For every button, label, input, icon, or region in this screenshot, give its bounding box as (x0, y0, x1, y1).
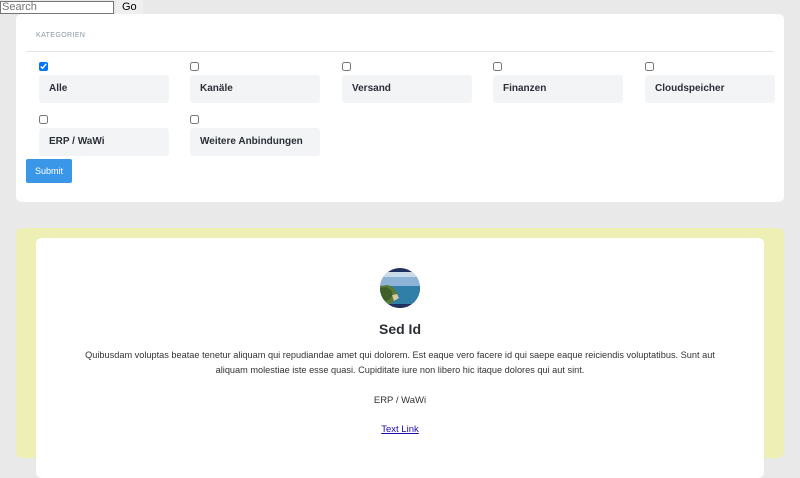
submit-button[interactable]: Submit (26, 159, 72, 183)
category-checkbox-alle[interactable] (39, 62, 48, 71)
category-checkbox-finanzen[interactable] (493, 62, 502, 71)
result-description: Quibusdam voluptas beatae tenetur aliqua… (85, 350, 715, 375)
divider (26, 51, 774, 52)
results-section: Sed Id Quibusdam voluptas beatae tenetur… (16, 228, 784, 478)
result-category: ERP / WaWi (373, 395, 427, 406)
category-option-erp-wawi[interactable]: ERP / WaWi (39, 115, 169, 160)
category-filter-card: KATEGORIEN Alle Kanäle Versand Finanzen … (16, 14, 784, 202)
category-checkbox-cloudspeicher[interactable] (645, 62, 654, 71)
category-label-finanzen[interactable]: Finanzen (493, 75, 623, 103)
category-option-weitere-anbindungen[interactable]: Weitere Anbindungen (190, 115, 320, 160)
result-card: Sed Id Quibusdam voluptas beatae tenetur… (36, 238, 764, 478)
category-label-versand[interactable]: Versand (342, 75, 472, 103)
category-option-finanzen[interactable]: Finanzen (493, 62, 623, 107)
category-option-cloudspeicher[interactable]: Cloudspeicher (645, 62, 775, 107)
search-bar: Go (0, 0, 143, 14)
category-label-alle[interactable]: Alle (39, 75, 169, 103)
category-checkbox-erp-wawi[interactable] (39, 115, 48, 124)
category-option-kanaele[interactable]: Kanäle (190, 62, 320, 107)
category-checkbox-kanaele[interactable] (190, 62, 199, 71)
search-input[interactable] (0, 0, 114, 14)
category-option-versand[interactable]: Versand (342, 62, 472, 107)
coastal-landscape-image-icon (380, 268, 420, 308)
category-label-kanaele[interactable]: Kanäle (190, 75, 320, 103)
result-title: Sed Id (378, 321, 421, 337)
category-checkbox-weitere-anbindungen[interactable] (190, 115, 199, 124)
category-label-weitere-anbindungen[interactable]: Weitere Anbindungen (190, 128, 320, 156)
category-label-cloudspeicher[interactable]: Cloudspeicher (645, 75, 775, 103)
category-label-erp-wawi[interactable]: ERP / WaWi (39, 128, 169, 156)
text-link[interactable]: Text Link (381, 424, 419, 435)
category-checkbox-versand[interactable] (342, 62, 351, 71)
filter-heading: KATEGORIEN (36, 32, 86, 39)
category-option-alle[interactable]: Alle (39, 62, 169, 107)
go-button[interactable]: Go (116, 0, 143, 14)
result-link-container: Text Link (36, 424, 764, 435)
